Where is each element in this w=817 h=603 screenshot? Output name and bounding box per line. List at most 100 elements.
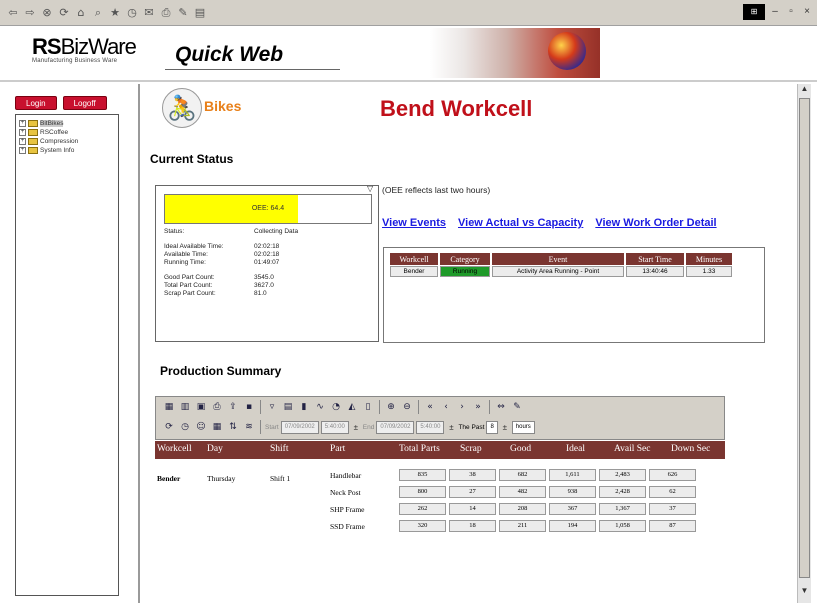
start-spin-icon[interactable]: ± bbox=[351, 421, 361, 434]
cell-avail: 2,483 bbox=[599, 469, 646, 481]
oee-note: (OEE reflects last two hours) bbox=[382, 185, 491, 195]
grid-icon[interactable]: ▦ bbox=[162, 400, 176, 414]
table-icon[interactable]: ▤ bbox=[281, 400, 295, 414]
tree-item-bitbikes[interactable]: + BitBikes bbox=[19, 119, 115, 128]
back-icon[interactable]: ⇦ bbox=[6, 6, 20, 20]
cell-good: 208 bbox=[499, 503, 546, 515]
tree-item-compression[interactable]: + Compression bbox=[19, 137, 115, 146]
forward-icon[interactable]: ⇨ bbox=[23, 6, 37, 20]
status-key: Status: bbox=[164, 228, 185, 235]
cell-good: 211 bbox=[499, 520, 546, 532]
people-icon[interactable]: ☺ bbox=[194, 420, 208, 434]
refresh-icon[interactable]: ⟳ bbox=[162, 420, 176, 434]
save-icon[interactable]: ▪ bbox=[242, 400, 256, 414]
end-time-select[interactable]: 5:40:00 bbox=[416, 420, 445, 434]
start-date-select[interactable]: 07/09/2002 bbox=[280, 420, 319, 434]
mail-icon[interactable]: ✉ bbox=[142, 6, 156, 20]
prev-icon[interactable]: ‹ bbox=[439, 400, 453, 414]
edit-icon[interactable]: ✎ bbox=[176, 6, 190, 20]
col-total-parts: Total Parts bbox=[399, 444, 440, 454]
the-past-input[interactable]: 8 bbox=[486, 420, 498, 434]
next-icon[interactable]: › bbox=[455, 400, 469, 414]
start-time-select[interactable]: 5:40:00 bbox=[320, 420, 349, 434]
end-label: End bbox=[362, 423, 375, 431]
print-icon[interactable]: ⎙ bbox=[210, 400, 224, 414]
status-value: 01:49:07 bbox=[254, 259, 280, 266]
clock-icon[interactable]: ◷ bbox=[178, 420, 192, 434]
favorites-icon[interactable]: ★ bbox=[108, 6, 122, 20]
tree-item-rscoffee[interactable]: + RSCoffee bbox=[19, 128, 115, 137]
view-work-order-detail-link[interactable]: View Work Order Detail bbox=[595, 217, 716, 229]
events-col-category: Category bbox=[440, 253, 490, 265]
home-icon[interactable]: ⌂ bbox=[74, 6, 88, 20]
fit-icon[interactable]: ⇔ bbox=[494, 400, 508, 414]
filter-icon[interactable]: ▿ bbox=[265, 400, 279, 414]
expand-icon[interactable]: + bbox=[19, 147, 26, 154]
status-value: 02:02:18 bbox=[254, 251, 280, 258]
scroll-down-icon[interactable]: ▼ bbox=[798, 586, 811, 599]
end-date-select[interactable]: 07/09/2002 bbox=[376, 420, 415, 434]
unit-select[interactable]: hours bbox=[511, 420, 535, 434]
expand-icon[interactable]: + bbox=[19, 129, 26, 136]
production-summary-heading: Production Summary bbox=[160, 364, 282, 378]
first-icon[interactable]: « bbox=[423, 400, 437, 414]
end-spin-icon[interactable]: ± bbox=[446, 421, 456, 434]
restore-icon[interactable]: ▫ bbox=[785, 5, 797, 19]
table-row[interactable]: Bender Running Activity Area Running - P… bbox=[390, 266, 732, 277]
the-past-label: The Past bbox=[458, 423, 485, 431]
chart-line-icon[interactable]: ∿ bbox=[313, 400, 327, 414]
minimize-icon[interactable]: – bbox=[769, 5, 781, 19]
expand-icon[interactable]: + bbox=[19, 120, 26, 127]
production-toolbar: ▦ ▥ ▣ ⎙ ⇪ ▪ ▿ ▤ ▮ ∿ ◔ ◭ ▯ ⊕ ⊖ «‹ ›» ⇔ ✎ ⟳ ◷ ☺ ▦ ⇅ ≋ Start … bbox=[155, 396, 725, 440]
chart-pie-icon[interactable]: ◔ bbox=[329, 400, 343, 414]
event-start-time: 13:40:46 bbox=[626, 266, 684, 277]
event-minutes: 1.33 bbox=[686, 266, 732, 277]
cell-total: 262 bbox=[399, 503, 446, 515]
view-actual-vs-capacity-link[interactable]: View Actual vs Capacity bbox=[458, 217, 583, 229]
close-icon[interactable]: × bbox=[801, 5, 813, 19]
stop-icon[interactable]: ⊗ bbox=[40, 6, 54, 20]
cell-total: 320 bbox=[399, 520, 446, 532]
zoom-in-icon[interactable]: ⊕ bbox=[384, 400, 398, 414]
part-name: Neck Post bbox=[330, 488, 361, 497]
status-value: 02:02:18 bbox=[254, 243, 280, 250]
calendar-icon[interactable]: ▦ bbox=[210, 420, 224, 434]
paint-icon[interactable]: ✎ bbox=[510, 400, 524, 414]
chart-area-icon[interactable]: ◭ bbox=[345, 400, 359, 414]
options-icon[interactable]: ≋ bbox=[242, 420, 256, 434]
group-day: Thursday bbox=[207, 474, 236, 483]
expand-icon[interactable]: + bbox=[19, 138, 26, 145]
pivot-icon[interactable]: ▣ bbox=[194, 400, 208, 414]
product-name: Quick Web bbox=[175, 43, 284, 66]
scroll-up-icon[interactable]: ▲ bbox=[798, 84, 811, 97]
part-name: SHP Frame bbox=[330, 505, 365, 514]
event-description: Activity Area Running - Point bbox=[492, 266, 624, 277]
sort-icon[interactable]: ⇅ bbox=[226, 420, 240, 434]
history-icon[interactable]: ◷ bbox=[125, 6, 139, 20]
chart-bar-icon[interactable]: ▮ bbox=[297, 400, 311, 414]
login-button[interactable]: Login bbox=[15, 96, 57, 110]
search-icon[interactable]: ⌕ bbox=[91, 6, 105, 20]
chart-icon[interactable]: ▥ bbox=[178, 400, 192, 414]
refresh-icon[interactable]: ⟳ bbox=[57, 6, 71, 20]
logoff-button[interactable]: Logoff bbox=[62, 96, 107, 110]
tree-item-system-info[interactable]: + System Info bbox=[19, 146, 115, 155]
status-panel: OEE: 64.4 Status: Collecting Data Ideal A… bbox=[155, 185, 379, 342]
print-icon[interactable]: ⎙ bbox=[159, 6, 173, 20]
view-events-link[interactable]: View Events bbox=[382, 217, 446, 229]
brand-logo: RSBizWare Manufacturing Business Ware bbox=[32, 34, 137, 64]
cell-down: 37 bbox=[649, 503, 696, 515]
vertical-scrollbar[interactable]: ▲ ▼ bbox=[797, 84, 811, 603]
last-icon[interactable]: » bbox=[471, 400, 485, 414]
part-name: SSD Frame bbox=[330, 522, 365, 531]
status-value: 3627.0 bbox=[254, 282, 274, 289]
past-spin-icon[interactable]: ± bbox=[500, 421, 510, 434]
zoom-out-icon[interactable]: ⊖ bbox=[400, 400, 414, 414]
brand-name-bold: RS bbox=[32, 34, 62, 59]
discuss-icon[interactable]: ▤ bbox=[193, 6, 207, 20]
chart-column-icon[interactable]: ▯ bbox=[361, 400, 375, 414]
part-name: Handlebar bbox=[330, 471, 362, 480]
scroll-thumb[interactable] bbox=[799, 98, 810, 578]
export-icon[interactable]: ⇪ bbox=[226, 400, 240, 414]
cell-ideal: 194 bbox=[549, 520, 596, 532]
